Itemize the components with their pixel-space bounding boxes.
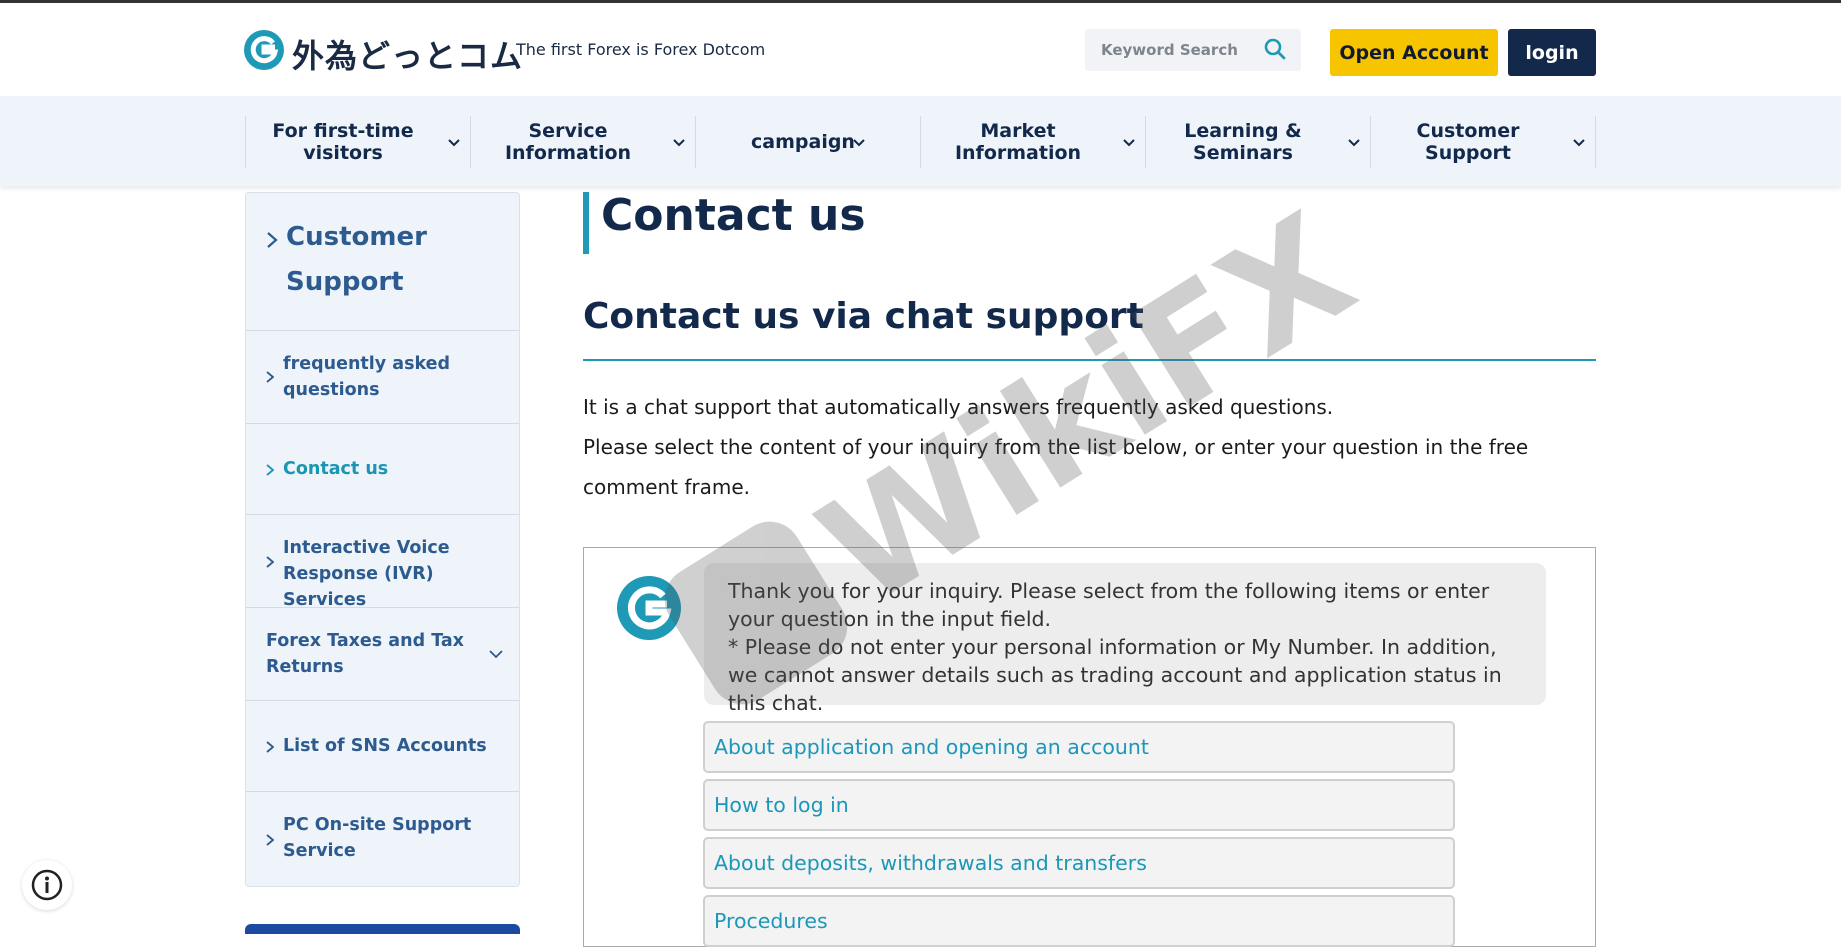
page-title: Contact us xyxy=(601,190,866,241)
logo-text[interactable]: 外為どっとコム xyxy=(292,31,523,77)
chat-message-text: Thank you for your inquiry. Please selec… xyxy=(728,579,1490,631)
nav-item-label: Learning & Seminars xyxy=(1184,120,1302,164)
accessibility-button[interactable] xyxy=(22,860,72,910)
open-account-button[interactable]: Open Account xyxy=(1330,29,1498,76)
chat-widget: Thank you for your inquiry. Please selec… xyxy=(583,547,1596,947)
search-box xyxy=(1085,29,1301,71)
sidebar-item-label: List of SNS Accounts xyxy=(283,736,487,756)
chat-option-deposits[interactable]: About deposits, withdrawals and transfer… xyxy=(703,837,1455,889)
sidebar-item-label: frequently asked questions xyxy=(283,354,451,400)
chevron-down-icon xyxy=(489,650,503,659)
chevron-right-icon xyxy=(266,464,274,476)
sidebar-item-label: PC On-site Support Service xyxy=(283,815,472,861)
sidebar: Customer Support frequently asked questi… xyxy=(245,192,520,887)
chevron-down-icon xyxy=(1123,139,1135,147)
chat-message-note: * Please do not enter your personal info… xyxy=(728,635,1502,715)
chevron-down-icon xyxy=(1348,139,1360,147)
tagline: The first Forex is Forex Dotcom xyxy=(516,40,766,59)
sidebar-heading-customer-support[interactable]: Customer Support xyxy=(246,193,519,331)
nav-item-label: For first-time visitors xyxy=(272,120,414,164)
sidebar-heading-label: Customer Support xyxy=(286,222,427,297)
sidebar-item-sns-accounts[interactable]: List of SNS Accounts xyxy=(246,701,519,792)
nav-item-learning-seminars[interactable]: Learning & Seminars xyxy=(1145,116,1370,168)
logo-icon[interactable] xyxy=(244,30,284,70)
nav-item-label: Service Information xyxy=(504,120,632,164)
search-icon xyxy=(1264,38,1286,59)
sidebar-item-contact-us[interactable]: Contact us xyxy=(246,424,519,515)
sidebar-item-faq[interactable]: frequently asked questions xyxy=(246,331,519,424)
sidebar-banner-edge[interactable] xyxy=(245,924,520,934)
chevron-down-icon xyxy=(853,139,865,147)
nav-item-label: Customer Support xyxy=(1416,120,1520,164)
info-icon xyxy=(31,869,63,901)
sidebar-item-pc-onsite-support[interactable]: PC On-site Support Service xyxy=(246,792,519,886)
chevron-right-icon xyxy=(266,741,274,753)
chevron-right-icon xyxy=(266,556,274,568)
chat-message-bubble: Thank you for your inquiry. Please selec… xyxy=(704,563,1546,715)
sidebar-item-ivr-services[interactable]: Interactive Voice Response (IVR) Service… xyxy=(246,515,519,610)
chevron-right-icon xyxy=(267,232,278,248)
nav-item-label: campaign xyxy=(751,131,855,153)
chat-option-procedures[interactable]: Procedures xyxy=(703,895,1455,947)
chevron-down-icon xyxy=(448,139,460,147)
chevron-right-icon xyxy=(266,371,274,383)
search-button[interactable] xyxy=(1257,33,1293,67)
login-button[interactable]: login xyxy=(1508,29,1596,76)
chevron-right-icon xyxy=(266,834,274,846)
nav-item-market-information[interactable]: Market Information xyxy=(920,116,1145,168)
sidebar-item-forex-taxes[interactable]: Forex Taxes and Tax Returns xyxy=(246,608,519,701)
search-input[interactable] xyxy=(1085,29,1255,71)
nav-item-campaign[interactable]: campaign xyxy=(695,116,920,168)
nav-item-service-information[interactable]: Service Information xyxy=(470,116,695,168)
sidebar-item-label: Forex Taxes and Tax Returns xyxy=(266,631,464,677)
section-title: Contact us via chat support xyxy=(583,296,1144,337)
chevron-down-icon xyxy=(1573,139,1585,147)
description-line: Please select the content of your inquir… xyxy=(583,435,1529,499)
site-header: 外為どっとコム The first Forex is Forex Dotcom … xyxy=(0,3,1841,96)
title-accent-bar xyxy=(583,192,589,254)
section-divider xyxy=(583,359,1596,361)
sidebar-item-label: Contact us xyxy=(283,459,389,479)
description-line: It is a chat support that automatically … xyxy=(583,395,1334,419)
nav-item-label: Market Information xyxy=(954,120,1082,164)
section-description: It is a chat support that automatically … xyxy=(583,387,1596,507)
main-nav: For first-time visitors Service Informat… xyxy=(0,96,1841,186)
nav-item-first-time-visitors[interactable]: For first-time visitors xyxy=(245,116,470,168)
chat-option-application[interactable]: About application and opening an account xyxy=(703,721,1455,773)
chevron-down-icon xyxy=(673,139,685,147)
sidebar-item-label: Interactive Voice Response (IVR) Service… xyxy=(283,538,450,610)
chat-option-login[interactable]: How to log in xyxy=(703,779,1455,831)
nav-item-customer-support[interactable]: Customer Support xyxy=(1370,116,1596,168)
chatbot-avatar-icon xyxy=(617,576,681,640)
